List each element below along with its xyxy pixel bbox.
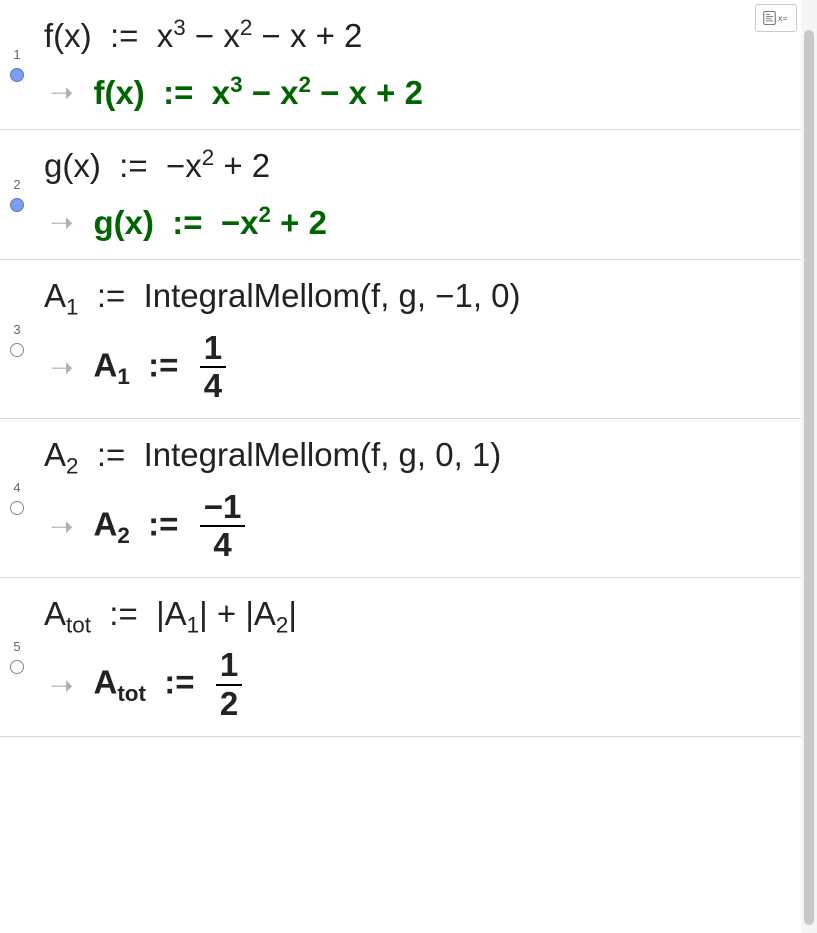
- vertical-scrollbar[interactable]: [801, 0, 817, 933]
- output-expression: A2 := −14: [93, 490, 248, 563]
- row-gutter: 4: [0, 433, 34, 563]
- row-number: 5: [13, 639, 20, 654]
- output-expression: Atot := 12: [93, 648, 245, 721]
- cas-row[interactable]: 3 A1 := IntegralMellom(f, g, −1, 0) ➝ A1…: [0, 260, 801, 419]
- output-arrow-icon: ➝: [50, 76, 73, 109]
- row-number: 3: [13, 322, 20, 337]
- visibility-dot-icon[interactable]: [10, 501, 24, 515]
- visibility-dot-icon[interactable]: [10, 343, 24, 357]
- input-expression[interactable]: A1 := IntegralMellom(f, g, −1, 0): [44, 274, 791, 319]
- input-expression[interactable]: Atot := |A1| + |A2|: [44, 592, 791, 637]
- keyboard-icon: x=: [763, 9, 789, 27]
- cas-row[interactable]: 5 Atot := |A1| + |A2| ➝ Atot := 12: [0, 578, 801, 737]
- input-expression[interactable]: f(x) := x3 − x2 − x + 2: [44, 14, 791, 59]
- visibility-dot-icon[interactable]: [10, 198, 24, 212]
- output-arrow-icon: ➝: [50, 669, 73, 702]
- svg-text:x=: x=: [778, 13, 787, 23]
- row-gutter: 5: [0, 592, 34, 722]
- cas-row[interactable]: 4 A2 := IntegralMellom(f, g, 0, 1) ➝ A2 …: [0, 419, 801, 578]
- keyboard-toggle-button[interactable]: x=: [755, 4, 797, 32]
- cas-rows: 1 f(x) := x3 − x2 − x + 2 ➝ f(x) := x3 −…: [0, 0, 801, 933]
- output-arrow-icon: ➝: [50, 510, 73, 543]
- row-number: 1: [13, 47, 20, 62]
- output-arrow-icon: ➝: [50, 206, 73, 239]
- output-arrow-icon: ➝: [50, 351, 73, 384]
- cas-row[interactable]: 1 f(x) := x3 − x2 − x + 2 ➝ f(x) := x3 −…: [0, 0, 801, 130]
- scroll-thumb[interactable]: [804, 30, 814, 925]
- visibility-dot-icon[interactable]: [10, 660, 24, 674]
- input-expression[interactable]: A2 := IntegralMellom(f, g, 0, 1): [44, 433, 791, 478]
- row-gutter: 1: [0, 14, 34, 115]
- row-gutter: 3: [0, 274, 34, 404]
- output-expression: g(x) := −x2 + 2: [93, 201, 327, 246]
- row-number: 2: [13, 177, 20, 192]
- output-expression: f(x) := x3 − x2 − x + 2: [93, 71, 422, 116]
- row-number: 4: [13, 480, 20, 495]
- visibility-dot-icon[interactable]: [10, 68, 24, 82]
- output-expression: A1 := 14: [93, 331, 229, 404]
- row-gutter: 2: [0, 144, 34, 245]
- input-expression[interactable]: g(x) := −x2 + 2: [44, 144, 791, 189]
- cas-row[interactable]: 2 g(x) := −x2 + 2 ➝ g(x) := −x2 + 2: [0, 130, 801, 260]
